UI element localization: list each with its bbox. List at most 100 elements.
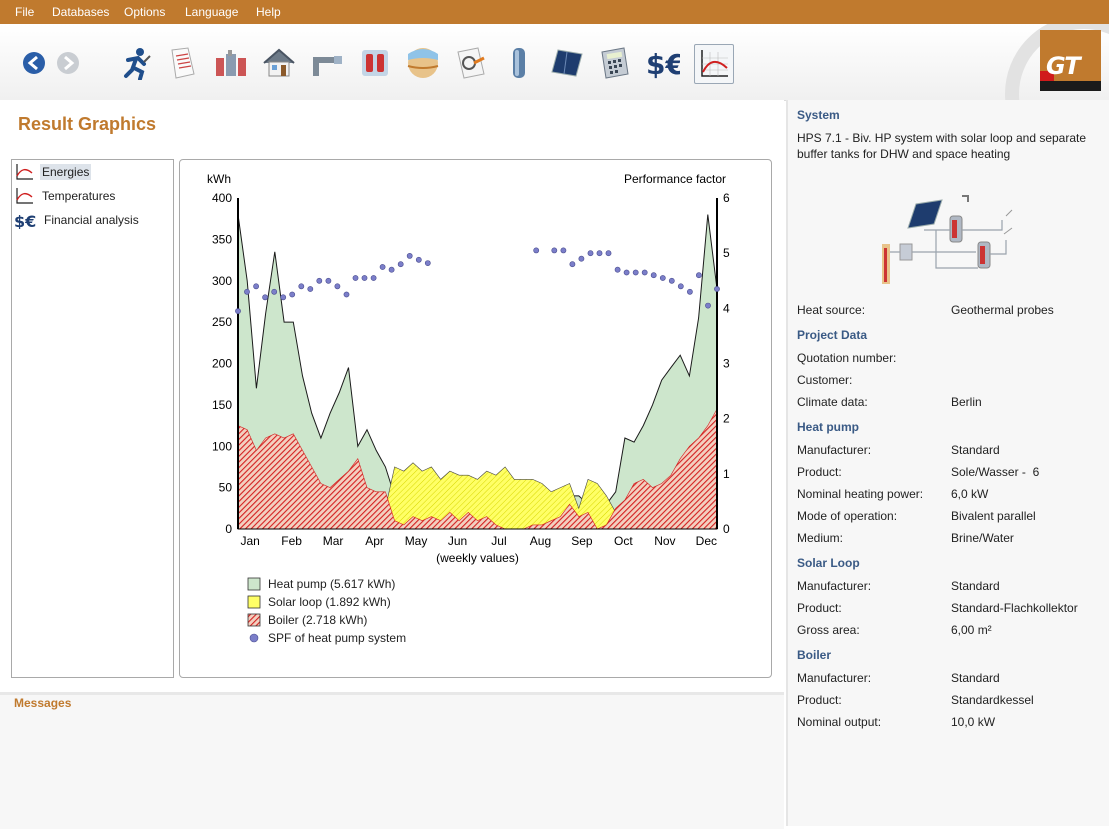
nav-item-label: Financial analysis: [44, 213, 139, 227]
hp-medium-label: Medium:: [797, 531, 844, 545]
heat-source-label: Heat source:: [797, 303, 866, 317]
spf-point: [560, 247, 567, 254]
spf-point: [641, 269, 648, 276]
spf-point: [533, 247, 540, 254]
solar-loop-section-title: Solar Loop: [797, 556, 860, 570]
nav-item-label: Energies: [40, 164, 92, 180]
toolbar-heat-pump-button[interactable]: [214, 46, 248, 80]
boiler-product-label: Product:: [797, 693, 842, 707]
toolbar-result-graph-button[interactable]: [694, 44, 734, 84]
spf-point: [596, 250, 603, 257]
x-month-tick-label: Aug: [530, 534, 551, 548]
spf-point: [578, 255, 585, 262]
spf-point: [244, 288, 250, 295]
y-right-tick-label: 3: [723, 357, 730, 371]
x-month-tick-label: Feb: [281, 534, 302, 548]
spf-point: [551, 247, 558, 254]
nav-item-temperatures[interactable]: Temperatures: [14, 186, 117, 206]
sl-manufacturer-label: Manufacturer:: [797, 579, 872, 593]
gt-logo: GT: [1040, 30, 1101, 91]
back-icon: [23, 52, 45, 74]
menu-file[interactable]: File: [15, 5, 34, 19]
system-section-title: System: [797, 108, 840, 122]
toolbar-storage-tank-button[interactable]: [502, 46, 536, 80]
forward-button[interactable]: [51, 46, 85, 80]
toolbar-runner-button[interactable]: [118, 46, 152, 80]
y-left-tick-label: 50: [219, 481, 233, 495]
spf-point: [334, 283, 341, 290]
customer-label: Customer:: [797, 373, 853, 387]
storage-tank-icon: [513, 48, 525, 78]
y-left-tick-label: 350: [212, 232, 232, 246]
x-month-tick-label: Apr: [365, 534, 384, 548]
nav-item-energies[interactable]: Energies: [14, 162, 92, 182]
back-button[interactable]: [17, 46, 51, 80]
x-month-tick-label: Jul: [491, 534, 506, 548]
x-month-tick-label: May: [405, 534, 428, 548]
spf-point: [388, 266, 395, 273]
climate-label: Climate data:: [797, 395, 868, 409]
x-month-tick-label: Jun: [448, 534, 467, 548]
spf-point: [614, 266, 621, 273]
system-schematic-diagram: [876, 190, 1016, 290]
menu-options[interactable]: Options: [124, 5, 165, 19]
toolbar-pipe-button[interactable]: [310, 46, 344, 80]
dollar-euro-icon: $€: [14, 212, 36, 229]
y-left-axis-title: kWh: [207, 172, 231, 186]
hp-product-value: Sole/Wasser - 6: [951, 465, 1040, 479]
spf-point: [705, 302, 711, 309]
spf-point: [361, 275, 368, 281]
sl-manufacturer-value: Standard: [951, 579, 1000, 593]
spf-point: [424, 260, 431, 266]
menu-language[interactable]: Language: [185, 5, 238, 19]
solar-panel-icon: [551, 49, 583, 77]
spf-point: [271, 288, 278, 295]
x-month-tick-label: Jan: [240, 534, 259, 548]
nav-item-financial-analysis[interactable]: $€ Financial analysis: [14, 210, 141, 230]
legend-swatch: [247, 577, 261, 591]
spf-point: [343, 291, 350, 298]
document-icon: [171, 47, 195, 79]
menu-databases[interactable]: Databases: [52, 5, 109, 19]
sl-product-value: Standard-Flachkollektor: [951, 601, 1078, 615]
logo-text: GT: [1046, 52, 1081, 80]
boiler-output-label: Nominal output:: [797, 715, 882, 729]
boiler-manufacturer-value: Standard: [951, 671, 1000, 685]
toolbar-hot-water-button[interactable]: [454, 46, 488, 80]
y-right-tick-label: 0: [723, 522, 730, 536]
system-description-line2: buffer tanks for DHW and space heating: [797, 147, 1011, 161]
spf-point: [298, 283, 305, 290]
forward-icon: [57, 52, 79, 74]
geothermal-icon: [407, 48, 439, 78]
heat-pump-icon: [216, 50, 246, 76]
toolbar-calculator-button[interactable]: [598, 46, 632, 80]
hp-product-label: Product:: [797, 465, 842, 479]
spf-point: [650, 272, 657, 279]
spf-point: [370, 275, 377, 281]
dollar-euro-icon: $€: [646, 48, 680, 80]
spf-point: [605, 250, 612, 257]
y-right-tick-label: 4: [723, 301, 730, 315]
spf-point: [696, 272, 702, 279]
svg-text:$€: $€: [646, 48, 680, 80]
quotation-label: Quotation number:: [797, 351, 897, 365]
house-icon: [263, 48, 295, 77]
y-left-tick-label: 0: [225, 522, 232, 536]
legend-spf-marker: [249, 633, 259, 643]
climate-value: Berlin: [951, 395, 982, 409]
spf-point: [307, 286, 314, 292]
menu-help[interactable]: Help: [256, 5, 281, 19]
toolbar-house-button[interactable]: [262, 46, 296, 80]
spf-point: [262, 294, 268, 301]
toolbar-solar-panel-button[interactable]: [550, 46, 584, 80]
toolbar-buffer-tank-button[interactable]: [358, 46, 392, 80]
hp-power-label: Nominal heating power:: [797, 487, 924, 501]
legend-label: Solar loop (1.892 kWh): [268, 595, 391, 609]
toolbar-document-button[interactable]: [166, 46, 200, 80]
toolbar-geothermal-button[interactable]: [406, 46, 440, 80]
runner-icon: [124, 48, 151, 80]
legend-label: Boiler (2.718 kWh): [268, 613, 367, 627]
system-description-line1: HPS 7.1 - Biv. HP system with solar loop…: [797, 131, 1087, 145]
spf-point: [632, 269, 639, 276]
toolbar-financial-button[interactable]: $€: [646, 46, 680, 80]
